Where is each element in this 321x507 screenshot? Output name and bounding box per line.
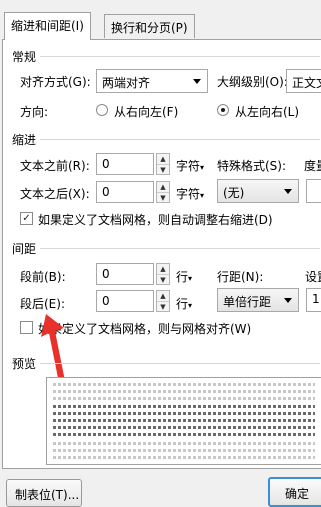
line-spacing-value: 单倍行距	[223, 295, 272, 309]
indent-after-value: 0	[102, 185, 110, 199]
spin-down-icon[interactable]: ▼	[157, 164, 169, 174]
preview-line	[53, 426, 315, 429]
space-before-unit-label: 行	[176, 270, 189, 284]
preview-line	[53, 412, 315, 415]
auto-adjust-label: 如果定义了文档网格，则自动调整右缩进(D)	[38, 213, 273, 227]
preview-line	[53, 390, 315, 393]
spin-up-icon[interactable]: ▲	[157, 182, 169, 192]
preview-heading: 预览	[12, 357, 37, 371]
direction-rtl-label: 从右向左(F)	[114, 105, 179, 119]
spin-up-icon[interactable]: ▲	[157, 264, 169, 274]
tab-line-page-break[interactable]: 换行和分页(P)	[104, 14, 195, 38]
space-before-unit[interactable]: 行▾	[176, 268, 192, 285]
indent-after-input[interactable]: 0	[96, 181, 154, 203]
degree-label: 度量	[304, 159, 321, 173]
spin-down-icon[interactable]: ▼	[157, 301, 169, 311]
chevron-down-icon	[284, 298, 292, 303]
direction-label: 方向:	[20, 105, 49, 119]
space-before-value: 0	[102, 267, 110, 281]
space-before-input[interactable]: 0	[96, 263, 154, 285]
outline-label: 大纲级别(O):	[217, 75, 288, 89]
indent-after-unit[interactable]: 字符▾	[176, 185, 204, 202]
special-format-select[interactable]: (无)	[217, 179, 299, 203]
indent-heading: 缩进	[12, 133, 37, 147]
preview-box	[46, 377, 321, 465]
outline-select[interactable]: 正文文本	[286, 69, 321, 93]
direction-ltr-label: 从左向右(L)	[235, 105, 300, 119]
preview-line	[53, 433, 315, 436]
ok-button[interactable]: 确定	[268, 477, 321, 507]
tab-line-page-break-label: 换行和分页(P)	[111, 21, 188, 35]
unit-dropdown-icon: ▾	[200, 191, 205, 200]
space-after-unit-label: 行	[176, 297, 189, 311]
preview-divider	[40, 363, 320, 364]
general-heading: 常规	[12, 50, 37, 64]
space-before-label: 段前(B):	[20, 270, 66, 284]
preview-line	[53, 456, 315, 459]
unit-dropdown-icon: ▾	[188, 274, 193, 283]
indent-before-spinner[interactable]: ▲ ▼	[156, 153, 170, 175]
indent-before-input[interactable]: 0	[96, 153, 154, 175]
spin-down-icon[interactable]: ▼	[157, 274, 169, 284]
unit-dropdown-icon: ▾	[200, 163, 205, 172]
direction-ltr-radio[interactable]	[217, 104, 229, 116]
tab-stops-button-label: 制表位(T)...	[15, 488, 80, 502]
preview-line	[53, 383, 315, 386]
chevron-down-icon	[284, 189, 292, 194]
spin-down-icon[interactable]: ▼	[157, 192, 169, 202]
unit-dropdown-icon: ▾	[188, 301, 193, 310]
alignment-select[interactable]: 两端对齐	[96, 69, 208, 93]
spacing-divider	[40, 248, 320, 249]
indent-before-unit-label: 字符	[176, 159, 201, 173]
tab-indent-spacing-label: 缩进和间距(I)	[11, 19, 84, 33]
spin-up-icon[interactable]: ▲	[157, 291, 169, 301]
indent-after-unit-label: 字符	[176, 187, 201, 201]
setting-input[interactable]: 1	[306, 288, 321, 312]
indent-after-spinner[interactable]: ▲ ▼	[156, 181, 170, 203]
direction-rtl-radio[interactable]	[96, 104, 108, 116]
alignment-label: 对齐方式(G):	[20, 75, 91, 89]
special-format-label: 特殊格式(S):	[217, 159, 287, 173]
space-after-value: 0	[102, 294, 110, 308]
tab-bar: 缩进和间距(I) 换行和分页(P)	[0, 0, 321, 40]
alignment-select-value: 两端对齐	[102, 76, 151, 90]
setting-label: 设置	[305, 270, 321, 284]
tab-stops-button[interactable]: 制表位(T)...	[6, 479, 82, 507]
indent-after-label: 文本之后(X):	[20, 187, 90, 201]
snap-grid-checkbox[interactable]	[20, 321, 33, 334]
indent-before-label: 文本之前(R):	[20, 159, 90, 173]
preview-line	[53, 397, 315, 400]
space-before-spinner[interactable]: ▲ ▼	[156, 263, 170, 285]
line-spacing-label: 行距(N):	[217, 270, 264, 284]
outline-select-value: 正文文本	[292, 76, 321, 90]
indent-before-value: 0	[102, 157, 110, 171]
chevron-down-icon	[193, 79, 201, 84]
preview-line	[53, 405, 315, 408]
line-spacing-select[interactable]: 单倍行距	[217, 288, 299, 312]
spin-up-icon[interactable]: ▲	[157, 154, 169, 164]
preview-line	[53, 442, 315, 445]
general-divider	[40, 56, 320, 57]
space-after-input[interactable]: 0	[96, 290, 154, 312]
auto-adjust-checkbox[interactable]: ✓	[20, 212, 33, 225]
preview-line	[53, 419, 315, 422]
space-after-unit[interactable]: 行▾	[176, 295, 192, 312]
tab-indent-spacing[interactable]: 缩进和间距(I)	[4, 12, 91, 40]
indent-before-unit[interactable]: 字符▾	[176, 157, 204, 174]
indent-divider	[40, 139, 320, 140]
degree-input[interactable]	[306, 179, 321, 203]
space-after-spinner[interactable]: ▲ ▼	[156, 290, 170, 312]
special-format-value: (无)	[223, 186, 245, 200]
ok-button-label: 确定	[284, 487, 309, 501]
preview-line	[53, 449, 315, 452]
setting-value: 1	[312, 292, 320, 306]
spacing-heading: 间距	[12, 242, 37, 256]
